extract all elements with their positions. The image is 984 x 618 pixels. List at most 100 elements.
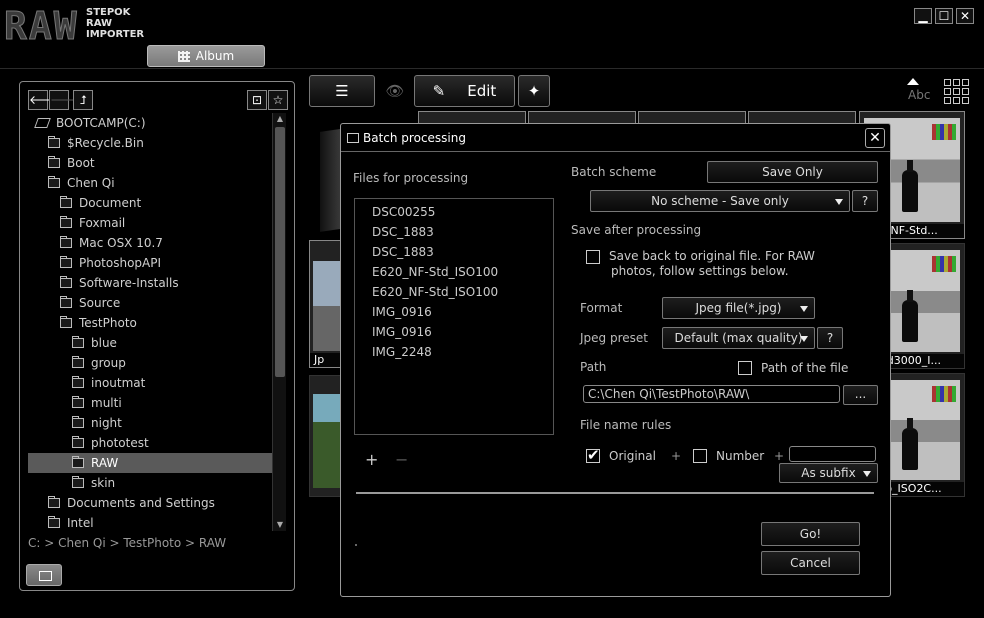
forward-button[interactable]: 🡒 bbox=[49, 90, 82, 110]
tree-item[interactable]: Source bbox=[28, 293, 286, 313]
tree-item[interactable]: Boot bbox=[28, 153, 286, 173]
folder-icon bbox=[48, 156, 60, 168]
tree-item[interactable]: Documents and Settings bbox=[28, 493, 286, 513]
back-button[interactable]: 🡐 bbox=[28, 90, 61, 110]
tree-item[interactable]: BOOTCAMP(C:) bbox=[28, 113, 286, 133]
folder-tree-scrollbar[interactable]: ▲ ▼ bbox=[272, 113, 286, 531]
current-path: C: > Chen Qi > TestPhoto > RAW bbox=[28, 536, 227, 550]
number-checkbox[interactable] bbox=[693, 449, 707, 463]
tab-album-label: Album bbox=[195, 49, 235, 63]
suffix-input[interactable] bbox=[789, 446, 876, 462]
plus-sign-1: + bbox=[671, 449, 682, 463]
tree-item[interactable]: blue bbox=[28, 333, 286, 353]
original-checkbox[interactable] bbox=[586, 446, 600, 464]
tree-item[interactable]: Intel bbox=[28, 513, 286, 531]
list-view-button[interactable]: ☰ bbox=[309, 75, 375, 107]
format-label: Format bbox=[580, 301, 623, 315]
folder-icon bbox=[48, 516, 60, 528]
list-item[interactable]: DSC_1883 bbox=[355, 222, 553, 242]
jpeg-preset-help-button[interactable]: ? bbox=[817, 327, 843, 349]
batch-processing-dialog: Batch processing ✕ Files for processing … bbox=[340, 123, 891, 597]
sort-ascending-icon[interactable] bbox=[907, 78, 919, 85]
tree-item[interactable]: inoutmat bbox=[28, 373, 286, 393]
remove-file-button[interactable]: − bbox=[395, 450, 408, 469]
minimize-button[interactable]: ▁ bbox=[914, 8, 932, 24]
tab-album[interactable]: Album bbox=[147, 45, 265, 67]
tree-item[interactable]: phototest bbox=[28, 433, 286, 453]
list-item[interactable]: IMG_0916 bbox=[355, 302, 553, 322]
list-item[interactable]: E620_NF-Std_ISO100 bbox=[355, 282, 553, 302]
tree-item[interactable]: Mac OSX 10.7 bbox=[28, 233, 286, 253]
tree-item-label: Document bbox=[79, 196, 142, 210]
tree-item-label: Foxmail bbox=[79, 216, 126, 230]
plus-sign-2: + bbox=[774, 449, 785, 463]
folder-tree: BOOTCAMP(C:) $Recycle.Bin Boot Chen Qi Docum… bbox=[28, 113, 286, 531]
as-subfix-dropdown[interactable]: As subfix bbox=[779, 463, 878, 483]
folder-icon bbox=[72, 376, 84, 388]
scroll-down-icon[interactable]: ▼ bbox=[273, 519, 287, 531]
folder-icon bbox=[60, 216, 72, 228]
new-folder-button[interactable]: ⊡ bbox=[247, 90, 267, 110]
folder-icon bbox=[60, 296, 72, 308]
tree-item[interactable]: RAW bbox=[28, 453, 286, 473]
tree-item[interactable]: Software-Installs bbox=[28, 273, 286, 293]
tree-item[interactable]: Foxmail bbox=[28, 213, 286, 233]
preview-button[interactable]: 👁 bbox=[377, 75, 413, 107]
tree-item[interactable]: group bbox=[28, 353, 286, 373]
dialog-close-button[interactable]: ✕ bbox=[865, 128, 885, 148]
tree-item[interactable]: night bbox=[28, 413, 286, 433]
jpeg-preset-dropdown[interactable]: Default (max quality) bbox=[662, 327, 815, 349]
list-item[interactable]: DSC_1883 bbox=[355, 242, 553, 262]
jpeg-preset-value: Default (max quality) bbox=[674, 331, 803, 345]
list-item[interactable]: IMG_2248 bbox=[355, 342, 553, 362]
thumbnail-left-2[interactable] bbox=[309, 375, 343, 497]
save-only-button[interactable]: Save Only bbox=[707, 161, 878, 183]
folder-icon bbox=[60, 276, 72, 288]
list-item[interactable]: IMG_0916 bbox=[355, 322, 553, 342]
window-icon bbox=[347, 133, 359, 143]
favorite-button[interactable]: ☆ bbox=[268, 90, 288, 110]
folder-toolbar: 🡐 🡒 ⮥ ⊡ ☆ bbox=[28, 90, 288, 110]
chevron-down-icon bbox=[800, 306, 808, 312]
open-folder-button[interactable] bbox=[26, 564, 62, 586]
scheme-dropdown[interactable]: No scheme - Save only bbox=[590, 190, 850, 212]
tree-item[interactable]: Chen Qi bbox=[28, 173, 286, 193]
format-dropdown[interactable]: Jpeg file(*.jpg) bbox=[662, 297, 815, 319]
tree-item[interactable]: skin bbox=[28, 473, 286, 493]
grid-icon bbox=[177, 50, 190, 62]
save-back-checkbox[interactable] bbox=[586, 250, 600, 264]
scroll-thumb[interactable] bbox=[275, 127, 285, 377]
edit-button[interactable]: ✎ Edit bbox=[414, 75, 515, 107]
browse-button[interactable]: ... bbox=[843, 385, 878, 405]
tree-item[interactable]: $Recycle.Bin bbox=[28, 133, 286, 153]
go-button[interactable]: Go! bbox=[761, 522, 860, 546]
batch-button[interactable]: ✦ bbox=[518, 75, 550, 107]
thumbnail-left-1[interactable]: Jp bbox=[309, 240, 343, 368]
path-of-file-checkbox[interactable] bbox=[738, 361, 752, 375]
list-item[interactable]: E620_NF-Std_ISO100 bbox=[355, 262, 553, 282]
save-back-label-line2: photos, follow settings below. bbox=[611, 264, 789, 278]
up-folder-button[interactable]: ⮥ bbox=[73, 90, 93, 110]
folder-icon bbox=[48, 136, 60, 148]
scheme-help-button[interactable]: ? bbox=[852, 190, 878, 212]
file-name-rules-label: File name rules bbox=[580, 418, 672, 432]
eye-icon: 👁 bbox=[385, 82, 405, 100]
tree-item[interactable]: Document bbox=[28, 193, 286, 213]
close-window-button[interactable]: ✕ bbox=[956, 8, 974, 24]
folder-icon bbox=[60, 256, 72, 268]
tree-item[interactable]: multi bbox=[28, 393, 286, 413]
cancel-button[interactable]: Cancel bbox=[761, 551, 860, 575]
tree-item[interactable]: PhotoshopAPI bbox=[28, 253, 286, 273]
path-input[interactable]: C:\Chen Qi\TestPhoto\RAW\ bbox=[583, 385, 840, 403]
scroll-up-icon[interactable]: ▲ bbox=[273, 113, 287, 125]
sort-label[interactable]: Abc bbox=[908, 88, 930, 102]
tree-item-label: BOOTCAMP(C:) bbox=[56, 116, 146, 130]
magic-wand-icon: ✎ bbox=[432, 82, 446, 100]
original-label: Original bbox=[609, 449, 656, 463]
add-file-button[interactable]: + bbox=[365, 450, 378, 469]
files-list[interactable]: DSC00255 DSC_1883 DSC_1883 E620_NF-Std_ISO1… bbox=[354, 198, 554, 435]
tree-item[interactable]: TestPhoto bbox=[28, 313, 286, 333]
grid-view-icon[interactable] bbox=[944, 79, 970, 105]
maximize-button[interactable]: ☐ bbox=[935, 8, 953, 24]
list-item[interactable]: DSC00255 bbox=[355, 202, 553, 222]
